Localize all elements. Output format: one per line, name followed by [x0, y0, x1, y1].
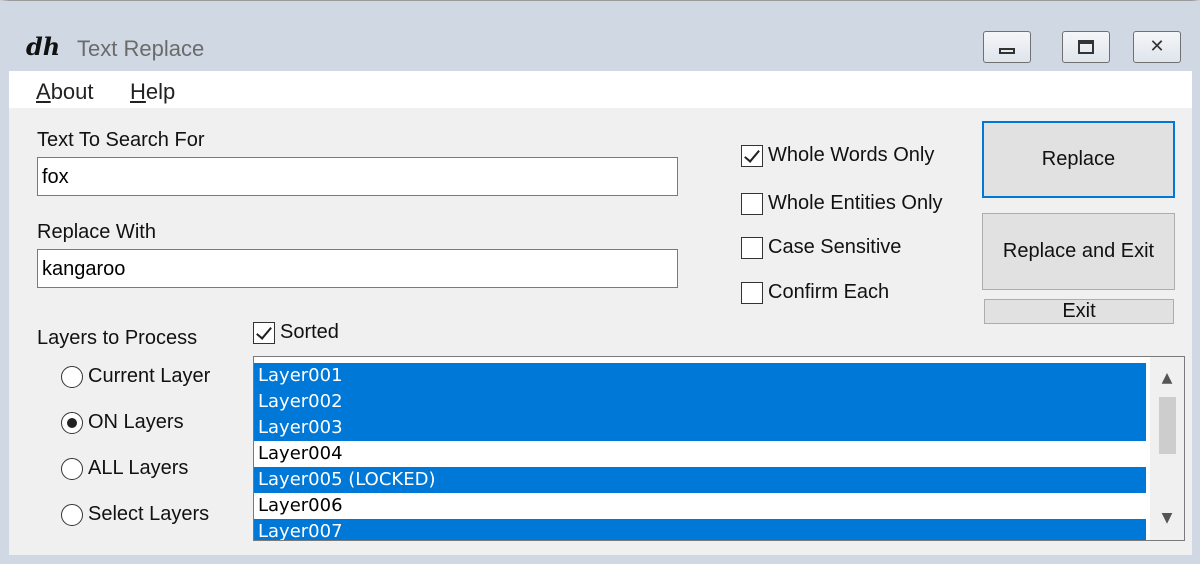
radio-select-layers-label: Select Layers	[88, 503, 210, 525]
sorted-label: Sorted	[280, 321, 339, 343]
checkbox-unchecked-icon	[741, 192, 763, 215]
radio-current-layer[interactable]: Current Layer	[61, 365, 210, 388]
vertical-scrollbar[interactable]: ▲ ▼	[1150, 357, 1184, 540]
replace-button[interactable]: Replace	[982, 121, 1175, 198]
checkbox-unchecked-icon	[741, 236, 763, 259]
menu-about-accel: A	[36, 79, 51, 104]
confirm-each-label: Confirm Each	[768, 281, 890, 303]
layers-listbox[interactable]: Layer001 Layer002 Layer003 Layer004 Laye…	[253, 356, 1185, 541]
menu-help[interactable]: Help	[130, 79, 175, 105]
close-button[interactable]: ✕	[1133, 31, 1181, 63]
confirm-each-checkbox[interactable]: Confirm Each	[741, 281, 889, 304]
list-item[interactable]: Layer005 (LOCKED)	[254, 467, 1146, 493]
app-logo: dh	[26, 32, 61, 61]
radio-select-layers[interactable]: Select Layers	[61, 503, 209, 526]
whole-words-label: Whole Words Only	[768, 144, 935, 166]
radio-unselected-icon	[61, 503, 83, 526]
window-title: Text Replace	[77, 36, 205, 61]
close-icon: ✕	[1149, 36, 1165, 57]
menu-about-rest: bout	[50, 79, 94, 104]
menu-about[interactable]: About	[36, 79, 94, 105]
menu-help-rest: elp	[145, 79, 176, 104]
radio-current-layer-label: Current Layer	[88, 365, 211, 387]
scroll-up-icon[interactable]: ▲	[1150, 363, 1184, 393]
layers-list: Layer001 Layer002 Layer003 Layer004 Laye…	[254, 363, 1146, 540]
list-item[interactable]: Layer004	[254, 441, 1146, 467]
whole-entities-checkbox[interactable]: Whole Entities Only	[741, 192, 943, 215]
checkbox-unchecked-icon	[741, 281, 763, 304]
radio-all-layers[interactable]: ALL Layers	[61, 457, 188, 480]
case-sensitive-label: Case Sensitive	[768, 236, 902, 258]
radio-on-layers[interactable]: ON Layers	[61, 411, 184, 434]
list-item[interactable]: Layer006	[254, 493, 1146, 519]
maximize-icon	[1078, 40, 1094, 54]
list-item[interactable]: Layer002	[254, 389, 1146, 415]
list-item[interactable]: Layer007	[254, 519, 1146, 540]
scroll-thumb[interactable]	[1159, 397, 1176, 454]
menu-help-accel: H	[130, 79, 146, 104]
replace-and-exit-button[interactable]: Replace and Exit	[982, 213, 1175, 290]
checkbox-checked-icon	[741, 144, 763, 167]
menu-bar: About Help	[9, 71, 1192, 108]
list-item[interactable]: Layer001	[254, 363, 1146, 389]
whole-entities-label: Whole Entities Only	[768, 192, 943, 214]
radio-unselected-icon	[61, 457, 83, 480]
list-item[interactable]: Layer003	[254, 415, 1146, 441]
radio-unselected-icon	[61, 365, 83, 388]
radio-selected-icon	[61, 411, 83, 434]
radio-on-layers-label: ON Layers	[88, 411, 184, 433]
radio-all-layers-label: ALL Layers	[88, 457, 189, 479]
text-replace-window: dh Text Replace ✕ About Help Text To Sea…	[0, 0, 1200, 564]
minimize-icon	[999, 48, 1015, 54]
checkbox-checked-icon	[253, 321, 275, 344]
exit-button[interactable]: Exit	[984, 299, 1174, 324]
search-label: Text To Search For	[37, 129, 205, 151]
whole-words-checkbox[interactable]: Whole Words Only	[741, 144, 934, 167]
case-sensitive-checkbox[interactable]: Case Sensitive	[741, 236, 901, 259]
search-input[interactable]: fox	[37, 157, 678, 196]
sorted-checkbox[interactable]: Sorted	[253, 321, 339, 344]
replace-label: Replace With	[37, 221, 156, 243]
layers-label: Layers to Process	[37, 327, 198, 349]
minimize-button[interactable]	[983, 31, 1031, 63]
maximize-button[interactable]	[1062, 31, 1110, 63]
replace-input[interactable]: kangaroo	[37, 249, 678, 288]
scroll-down-icon[interactable]: ▼	[1150, 503, 1184, 533]
